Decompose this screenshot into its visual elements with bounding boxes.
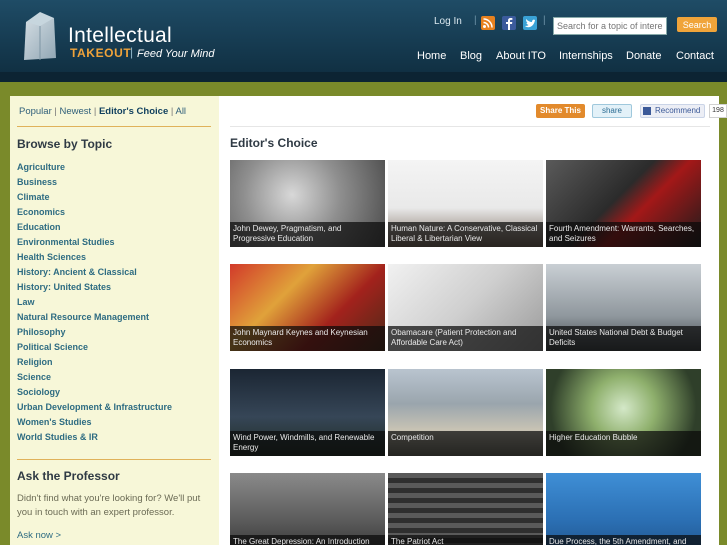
article-caption: Human Nature: A Conservative, Classical … bbox=[388, 222, 543, 247]
twitter-share-label: share bbox=[601, 106, 622, 115]
topic-link[interactable]: Sociology bbox=[17, 387, 60, 397]
article-tile[interactable]: Obamacare (Patient Protection and Afford… bbox=[388, 264, 543, 351]
topic-link[interactable]: History: Ancient & Classical bbox=[17, 267, 137, 277]
search-input[interactable] bbox=[553, 17, 667, 35]
search-button[interactable]: Search bbox=[677, 17, 717, 32]
article-tile[interactable]: The Great Depression: An Introduction bbox=[230, 473, 385, 545]
topic-link[interactable]: Philosophy bbox=[17, 327, 66, 337]
topic-link[interactable]: Environmental Studies bbox=[17, 237, 115, 247]
topic-link[interactable]: Agriculture bbox=[17, 162, 65, 172]
filter-newest[interactable]: Newest bbox=[60, 106, 92, 117]
twitter-share-button[interactable]: share bbox=[592, 104, 632, 118]
rss-icon[interactable] bbox=[481, 16, 495, 30]
article-caption: Obamacare (Patient Protection and Afford… bbox=[388, 326, 543, 351]
twitter-icon[interactable] bbox=[523, 16, 537, 30]
facebook-recommend-button[interactable]: Recommend bbox=[640, 104, 705, 118]
facebook-icon bbox=[643, 107, 651, 115]
topic-link[interactable]: Women's Studies bbox=[17, 417, 92, 427]
topic-link[interactable]: Business bbox=[17, 177, 57, 187]
filter-popular[interactable]: Popular bbox=[19, 106, 52, 117]
divider bbox=[17, 126, 211, 127]
topic-link[interactable]: Urban Development & Infrastructure bbox=[17, 402, 172, 412]
nav-internships[interactable]: Internships bbox=[559, 50, 613, 62]
topic-link[interactable]: Natural Resource Management bbox=[17, 312, 149, 322]
facebook-icon[interactable] bbox=[502, 16, 516, 30]
divider bbox=[230, 126, 710, 127]
nav-blog[interactable]: Blog bbox=[460, 50, 482, 62]
header-divider-bar: | bbox=[543, 15, 546, 26]
article-caption: Wind Power, Windmills, and Renewable Ene… bbox=[230, 431, 385, 456]
article-tile[interactable]: Higher Education Bubble bbox=[546, 369, 701, 456]
logo-subtitle[interactable]: TAKEOUT bbox=[70, 46, 131, 60]
divider bbox=[17, 459, 211, 460]
article-tile[interactable]: The Patriot Act bbox=[388, 473, 543, 545]
article-tile[interactable]: Human Nature: A Conservative, Classical … bbox=[388, 160, 543, 247]
nav-about[interactable]: About ITO bbox=[496, 50, 546, 62]
article-tile[interactable]: Wind Power, Windmills, and Renewable Ene… bbox=[230, 369, 385, 456]
article-caption: Higher Education Bubble bbox=[546, 431, 701, 456]
article-tile[interactable]: Fourth Amendment: Warrants, Searches, an… bbox=[546, 160, 701, 247]
ask-now-link[interactable]: Ask now > bbox=[17, 530, 61, 541]
header-divider-bar: | bbox=[474, 15, 477, 26]
topic-link[interactable]: Science bbox=[17, 372, 51, 382]
article-caption: Due Process, the 5th Amendment, and bbox=[546, 535, 701, 545]
article-caption: Fourth Amendment: Warrants, Searches, an… bbox=[546, 222, 701, 247]
article-caption: The Great Depression: An Introduction bbox=[230, 535, 385, 545]
recommend-count: 198 bbox=[709, 104, 727, 118]
filter-bar: Popular | Newest | Editor's Choice | All bbox=[19, 106, 187, 117]
header-divider bbox=[0, 72, 727, 82]
topic-link[interactable]: History: United States bbox=[17, 282, 111, 292]
topic-link[interactable]: Climate bbox=[17, 192, 50, 202]
article-caption: The Patriot Act bbox=[388, 535, 543, 545]
topic-link[interactable]: Economics bbox=[17, 207, 65, 217]
filter-all[interactable]: All bbox=[175, 106, 186, 117]
article-tile[interactable]: Due Process, the 5th Amendment, and bbox=[546, 473, 701, 545]
logo-tagline: Feed Your Mind bbox=[137, 48, 215, 60]
ask-description: Didn't find what you're looking for? We'… bbox=[17, 493, 201, 518]
logo-title[interactable]: Intellectual bbox=[68, 24, 172, 48]
nav-home[interactable]: Home bbox=[417, 50, 446, 62]
topic-link[interactable]: Political Science bbox=[17, 342, 88, 352]
recommend-label: Recommend bbox=[655, 106, 701, 115]
logo-separator: | bbox=[130, 45, 134, 59]
article-caption: United States National Debt & Budget Def… bbox=[546, 326, 701, 351]
article-caption: John Maynard Keynes and Keynesian Econom… bbox=[230, 326, 385, 351]
article-tile[interactable]: United States National Debt & Budget Def… bbox=[546, 264, 701, 351]
topic-link[interactable]: Health Sciences bbox=[17, 252, 86, 262]
ask-heading: Ask the Professor bbox=[17, 469, 120, 483]
topic-link[interactable]: Religion bbox=[17, 357, 53, 367]
topic-link[interactable]: World Studies & IR bbox=[17, 432, 98, 442]
article-tile[interactable]: Competition bbox=[388, 369, 543, 456]
article-tile[interactable]: John Dewey, Pragmatism, and Progressive … bbox=[230, 160, 385, 247]
topic-link[interactable]: Education bbox=[17, 222, 61, 232]
logo-icon[interactable] bbox=[20, 8, 60, 64]
article-caption: Competition bbox=[388, 431, 543, 456]
article-tile[interactable]: John Maynard Keynes and Keynesian Econom… bbox=[230, 264, 385, 351]
section-title: Editor's Choice bbox=[230, 136, 318, 150]
filter-editors-choice[interactable]: Editor's Choice bbox=[99, 106, 168, 117]
share-this-button[interactable]: Share This bbox=[536, 104, 585, 118]
topic-link[interactable]: Law bbox=[17, 297, 35, 307]
browse-heading: Browse by Topic bbox=[17, 137, 113, 151]
article-caption: John Dewey, Pragmatism, and Progressive … bbox=[230, 222, 385, 247]
nav-contact[interactable]: Contact bbox=[676, 50, 714, 62]
nav-donate[interactable]: Donate bbox=[626, 50, 661, 62]
login-link[interactable]: Log In bbox=[434, 16, 462, 27]
